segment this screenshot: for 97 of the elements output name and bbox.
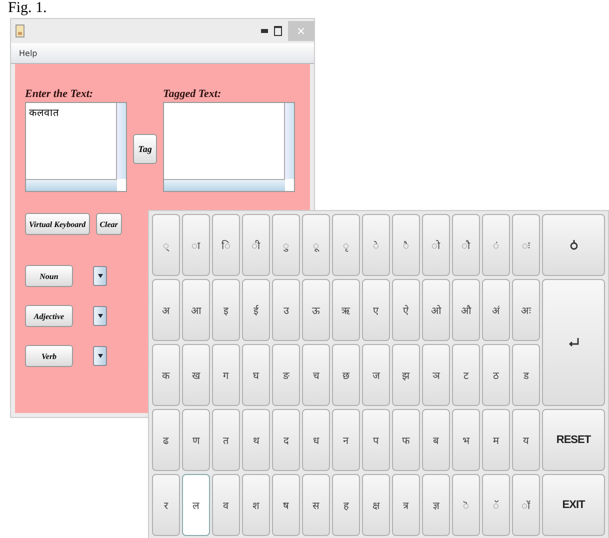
key[interactable]: क्ष: [362, 474, 390, 536]
vertical-scrollbar[interactable]: [116, 103, 126, 179]
key[interactable]: र: [152, 474, 180, 536]
tag-type-button[interactable]: Adjective: [25, 305, 73, 327]
key[interactable]: ञ: [422, 344, 450, 406]
key[interactable]: ई: [242, 279, 270, 341]
cup-icon: [15, 24, 25, 38]
key[interactable]: ज: [362, 344, 390, 406]
menu-item[interactable]: Help: [19, 48, 38, 58]
key[interactable]: े: [362, 214, 390, 276]
key[interactable]: ै: [392, 214, 420, 276]
key[interactable]: ू: [302, 214, 330, 276]
action-button[interactable]: Clear: [96, 213, 122, 235]
key[interactable]: छ: [332, 344, 360, 406]
close-icon: [298, 28, 304, 34]
text-area[interactable]: [163, 102, 295, 192]
tag-type-button[interactable]: Verb: [25, 345, 73, 367]
key[interactable]: त्र: [392, 474, 420, 536]
key[interactable]: औ: [452, 279, 480, 341]
key[interactable]: ॅ: [482, 474, 510, 536]
key[interactable]: न: [332, 409, 360, 471]
key[interactable]: ्: [152, 214, 180, 276]
key[interactable]: व: [212, 474, 240, 536]
vertical-scrollbar[interactable]: [284, 103, 294, 179]
tag-type-button[interactable]: Noun: [25, 265, 73, 287]
key[interactable]: अः: [512, 279, 540, 341]
key[interactable]: ओ: [422, 279, 450, 341]
key[interactable]: ग: [212, 344, 240, 406]
key[interactable]: ु: [272, 214, 300, 276]
ring-icon: [570, 239, 578, 251]
caret-icon: [98, 314, 102, 318]
caret-icon: [98, 354, 102, 358]
key[interactable]: क: [152, 344, 180, 406]
key[interactable]: ए: [362, 279, 390, 341]
figure-caption: Fig. 1.: [7, 0, 48, 16]
close-button[interactable]: [288, 21, 314, 41]
tag-button[interactable]: Tag: [133, 134, 157, 164]
key[interactable]: फ: [392, 409, 420, 471]
text-area[interactable]: कलवात: [25, 102, 127, 192]
key[interactable]: ः: [512, 214, 540, 276]
key[interactable]: ॆ: [452, 474, 480, 536]
key[interactable]: ढ: [152, 409, 180, 471]
key[interactable]: ौ: [452, 214, 480, 276]
key[interactable]: स: [302, 474, 330, 536]
key[interactable]: थ: [242, 409, 270, 471]
key[interactable]: अं: [482, 279, 510, 341]
key[interactable]: ब: [422, 409, 450, 471]
key[interactable]: ड: [512, 344, 540, 406]
key[interactable]: ल: [182, 474, 210, 536]
key[interactable]: ऊ: [302, 279, 330, 341]
keyboard-key[interactable]: EXIT: [542, 474, 605, 536]
key[interactable]: ं: [482, 214, 510, 276]
key[interactable]: आ: [182, 279, 210, 341]
key[interactable]: ण: [182, 409, 210, 471]
key[interactable]: अ: [152, 279, 180, 341]
key[interactable]: ो: [422, 214, 450, 276]
horizontal-scrollbar[interactable]: [26, 179, 117, 191]
key[interactable]: ध: [302, 409, 330, 471]
key[interactable]: प: [362, 409, 390, 471]
symbol-key[interactable]: [542, 214, 605, 276]
key[interactable]: ङ: [272, 344, 300, 406]
dropdown-button[interactable]: [93, 346, 107, 366]
key[interactable]: ि: [212, 214, 240, 276]
action-button[interactable]: Virtual Keyboard: [25, 213, 90, 235]
enter-key[interactable]: [542, 279, 605, 406]
dropdown-button[interactable]: [93, 306, 107, 326]
key[interactable]: त: [212, 409, 240, 471]
key[interactable]: ऐ: [392, 279, 420, 341]
key[interactable]: ा: [182, 214, 210, 276]
key[interactable]: इ: [212, 279, 240, 341]
key[interactable]: ृ: [332, 214, 360, 276]
field-label: Enter the Text:: [25, 88, 94, 100]
caret-icon: [98, 274, 102, 278]
key[interactable]: ट: [452, 344, 480, 406]
key[interactable]: घ: [242, 344, 270, 406]
key[interactable]: ह: [332, 474, 360, 536]
key[interactable]: उ: [272, 279, 300, 341]
field-label: Tagged Text:: [163, 88, 222, 100]
enter-icon: [568, 338, 580, 347]
dropdown-button[interactable]: [93, 266, 107, 286]
key[interactable]: ऋ: [332, 279, 360, 341]
key[interactable]: द: [272, 409, 300, 471]
key[interactable]: य: [512, 409, 540, 471]
key[interactable]: भ: [452, 409, 480, 471]
key[interactable]: ष: [272, 474, 300, 536]
key[interactable]: ी: [242, 214, 270, 276]
key[interactable]: ठ: [482, 344, 510, 406]
key[interactable]: च: [302, 344, 330, 406]
key[interactable]: ज्ञ: [422, 474, 450, 536]
key[interactable]: म: [482, 409, 510, 471]
key[interactable]: ॉ: [512, 474, 540, 536]
horizontal-scrollbar[interactable]: [164, 179, 285, 191]
key[interactable]: श: [242, 474, 270, 536]
keyboard-key[interactable]: RESET: [542, 409, 605, 471]
key[interactable]: ख: [182, 344, 210, 406]
key[interactable]: झ: [392, 344, 420, 406]
maximize-icon[interactable]: [274, 26, 282, 36]
